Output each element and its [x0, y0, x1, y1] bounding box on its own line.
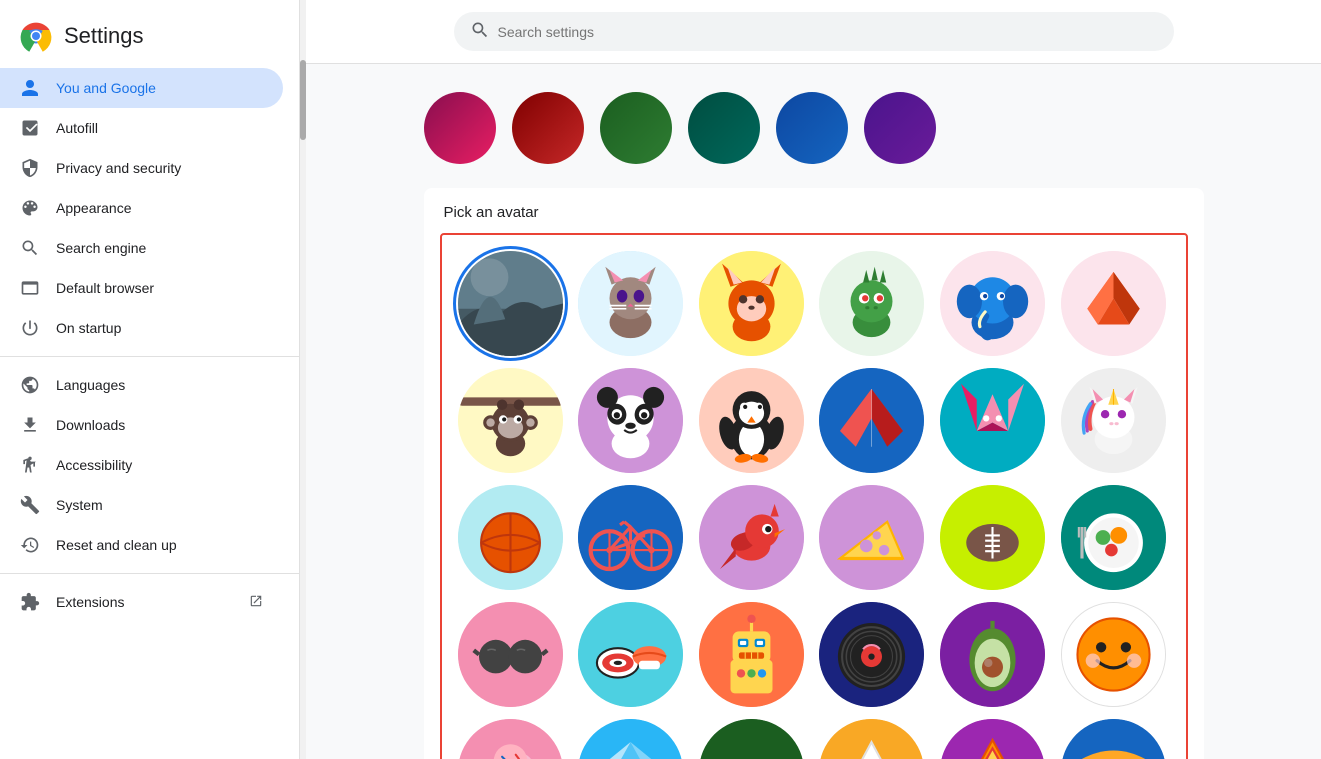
avatar-dragon[interactable] [819, 251, 924, 356]
browser-icon [20, 278, 40, 298]
sidebar-item-downloads[interactable]: Downloads [0, 405, 283, 445]
sidebar-header: Settings [0, 8, 299, 68]
sidebar-label-accessibility: Accessibility [56, 457, 263, 473]
appearance-icon [20, 198, 40, 218]
avatar-rabbit[interactable] [940, 368, 1045, 473]
avatar-panda[interactable] [578, 368, 683, 473]
avatar-sandwich[interactable] [1061, 719, 1166, 759]
sidebar-label-privacy: Privacy and security [56, 160, 263, 176]
color-option-teal[interactable] [688, 92, 760, 164]
avatar-pizza[interactable] [940, 719, 1045, 759]
search-input[interactable] [498, 24, 1158, 40]
avatar-origami-red[interactable] [1061, 251, 1166, 356]
color-option-red[interactable] [512, 92, 584, 164]
sidebar-label-extensions: Extensions [56, 594, 229, 610]
power-icon [20, 318, 40, 338]
avatar-avocado[interactable] [940, 602, 1045, 707]
color-option-dark-green[interactable] [600, 92, 672, 164]
sidebar: Settings You and Google Autofill Privacy… [0, 0, 300, 759]
avatar-sunglasses[interactable] [458, 602, 563, 707]
color-option-dark-blue[interactable] [776, 92, 848, 164]
sidebar-label-reset: Reset and clean up [56, 537, 263, 553]
avatar-watermelon[interactable] [699, 719, 804, 759]
sidebar-item-search-engine[interactable]: Search engine [0, 228, 283, 268]
autofill-icon [20, 118, 40, 138]
chrome-logo-icon [20, 20, 52, 52]
avatar-diamond[interactable] [578, 719, 683, 759]
sidebar-item-appearance[interactable]: Appearance [0, 188, 283, 228]
avatar-landscape[interactable] [458, 251, 563, 356]
sidebar-label-browser: Default browser [56, 280, 263, 296]
globe-icon [20, 375, 40, 395]
avatar-penguin[interactable] [699, 368, 804, 473]
color-option-purple[interactable] [864, 92, 936, 164]
avatar-grid [458, 251, 1170, 759]
scroll-indicator [300, 0, 306, 759]
avatar-section: Pick an avatar [424, 188, 1204, 759]
sidebar-item-autofill[interactable]: Autofill [0, 108, 283, 148]
avatar-plate[interactable] [1061, 485, 1166, 590]
sidebar-label-system: System [56, 497, 263, 513]
avatar-sushi[interactable] [578, 602, 683, 707]
scroll-thumb[interactable] [300, 60, 306, 140]
sidebar-label-downloads: Downloads [56, 417, 263, 433]
app-title: Settings [64, 23, 144, 49]
avatar-grid-container [440, 233, 1188, 759]
sidebar-item-extensions[interactable]: Extensions [0, 582, 283, 622]
search-icon [470, 20, 490, 43]
avatar-cheese[interactable] [819, 485, 924, 590]
reset-icon [20, 535, 40, 555]
content-area: Pick an avatar [384, 64, 1244, 759]
download-icon [20, 415, 40, 435]
avatar-football[interactable] [940, 485, 1045, 590]
section-title-avatar: Pick an avatar [440, 204, 1188, 221]
avatar-robot[interactable] [699, 602, 804, 707]
sidebar-item-system[interactable]: System [0, 485, 283, 525]
avatar-ice-cream[interactable] [458, 719, 563, 759]
person-icon [20, 78, 40, 98]
sidebar-label-languages: Languages [56, 377, 263, 393]
color-theme-row [424, 84, 1204, 164]
sidebar-item-reset-clean[interactable]: Reset and clean up [0, 525, 283, 565]
sidebar-divider-2 [0, 573, 299, 574]
sidebar-label-you-and-google: You and Google [56, 80, 263, 96]
avatar-smile[interactable] [1061, 602, 1166, 707]
sidebar-label-autofill: Autofill [56, 120, 263, 136]
sidebar-label-appearance: Appearance [56, 200, 263, 216]
avatar-elephant[interactable] [940, 251, 1045, 356]
avatar-unicorn[interactable] [1061, 368, 1166, 473]
external-link-icon [249, 594, 263, 611]
sidebar-item-you-and-google[interactable]: You and Google [0, 68, 283, 108]
avatar-cat[interactable] [578, 251, 683, 356]
avatar-fox[interactable] [699, 251, 804, 356]
sidebar-item-on-startup[interactable]: On startup [0, 308, 283, 348]
shield-icon [20, 158, 40, 178]
color-option-pink[interactable] [424, 92, 496, 164]
system-icon [20, 495, 40, 515]
search-engine-icon [20, 238, 40, 258]
sidebar-item-languages[interactable]: Languages [0, 365, 283, 405]
sidebar-item-privacy-security[interactable]: Privacy and security [0, 148, 283, 188]
avatar-onigiri[interactable] [819, 719, 924, 759]
main-content: Pick an avatar [306, 0, 1321, 759]
puzzle-icon [20, 592, 40, 612]
avatar-basketball[interactable] [458, 485, 563, 590]
sidebar-label-search: Search engine [56, 240, 263, 256]
avatar-monkey[interactable] [458, 368, 563, 473]
avatar-bird-blue[interactable] [819, 368, 924, 473]
avatar-red-bird[interactable] [699, 485, 804, 590]
avatar-bicycle[interactable] [578, 485, 683, 590]
sidebar-label-startup: On startup [56, 320, 263, 336]
sidebar-item-accessibility[interactable]: Accessibility [0, 445, 283, 485]
sidebar-item-default-browser[interactable]: Default browser [0, 268, 283, 308]
accessibility-icon [20, 455, 40, 475]
sidebar-divider-1 [0, 356, 299, 357]
avatar-vinyl[interactable] [819, 602, 924, 707]
